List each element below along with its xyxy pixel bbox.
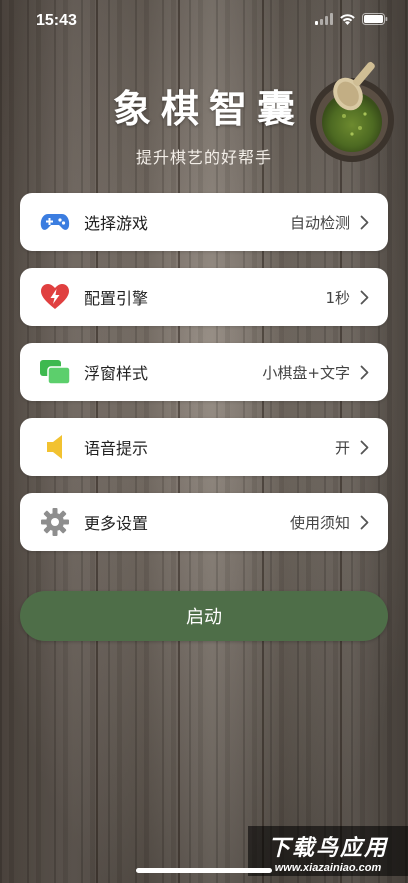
settings-item-label: 浮窗样式 bbox=[84, 364, 149, 383]
watermark: 下载鸟应用 www.xiazainiao.com bbox=[248, 826, 408, 876]
settings-item-voice-prompt[interactable]: 语音提示 开 bbox=[20, 418, 388, 476]
wifi-icon bbox=[340, 14, 355, 25]
home-indicator[interactable] bbox=[136, 868, 272, 873]
settings-item-floating-window[interactable]: 浮窗样式 小棋盘+文字 bbox=[20, 343, 388, 401]
chevron-right-icon bbox=[360, 289, 370, 305]
chevron-right-icon bbox=[360, 214, 370, 230]
chevron-right-icon bbox=[360, 514, 370, 530]
settings-item-value: 1秒 bbox=[325, 288, 350, 307]
gear-icon bbox=[40, 507, 70, 537]
watermark-url: www.xiazainiao.com bbox=[274, 862, 382, 874]
status-time: 15:43 bbox=[36, 12, 77, 29]
settings-item-label: 更多设置 bbox=[84, 514, 149, 533]
status-bar: 15:43 bbox=[0, 0, 408, 44]
signal-icon bbox=[315, 13, 333, 25]
heart-bolt-icon bbox=[40, 282, 70, 312]
app-screen: 15:43 象棋智囊 提升棋艺的好帮手 选择游戏 自动检测 配置引擎 1秒 浮窗… bbox=[0, 0, 408, 883]
gamepad-icon bbox=[40, 207, 70, 237]
chevron-right-icon bbox=[360, 364, 370, 380]
settings-item-value: 自动检测 bbox=[289, 213, 350, 232]
app-subtitle: 提升棋艺的好帮手 bbox=[135, 148, 272, 167]
settings-item-label: 配置引擎 bbox=[84, 289, 149, 308]
settings-item-label: 选择游戏 bbox=[84, 214, 149, 233]
floating-window-icon bbox=[40, 357, 70, 387]
speaker-icon bbox=[40, 432, 70, 462]
app-title: 象棋智囊 bbox=[112, 87, 305, 131]
settings-item-value: 开 bbox=[334, 438, 350, 457]
settings-item-more-settings[interactable]: 更多设置 使用须知 bbox=[20, 493, 388, 551]
settings-item-label: 语音提示 bbox=[84, 439, 149, 458]
settings-item-engine[interactable]: 配置引擎 1秒 bbox=[20, 268, 388, 326]
status-icons bbox=[315, 13, 388, 25]
battery-icon bbox=[362, 13, 388, 25]
settings-item-choose-game[interactable]: 选择游戏 自动检测 bbox=[20, 193, 388, 251]
watermark-title: 下载鸟应用 bbox=[267, 836, 388, 861]
start-button[interactable]: 启动 bbox=[20, 591, 388, 641]
chevron-right-icon bbox=[360, 439, 370, 455]
settings-item-value: 小棋盘+文字 bbox=[262, 363, 350, 382]
settings-item-value: 使用须知 bbox=[289, 513, 350, 532]
